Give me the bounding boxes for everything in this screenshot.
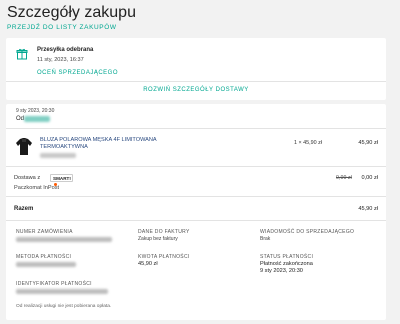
delivery-method: Paczkomat InPost xyxy=(14,185,60,191)
seller-from-label: Od xyxy=(16,116,25,122)
invoice-label: DANE DO FAKTURY xyxy=(138,229,190,235)
package-icon xyxy=(16,47,28,65)
order-number-label: NUMER ZAMÓWIENIA xyxy=(16,229,73,235)
divider xyxy=(6,196,386,197)
order-card: 9 sty 2023, 20:30 Od BLUZA POLAROWA MĘSK… xyxy=(6,104,386,320)
payment-id-label: IDENTYFIKATOR PŁATNOŚCI xyxy=(16,281,92,287)
shipment-date: 11 sty, 2023, 16:37 xyxy=(37,57,84,63)
payment-amount-label: KWOTA PŁATNOŚCI xyxy=(138,254,190,260)
payment-id-value xyxy=(16,289,108,294)
seller-message-label: WIADOMOŚĆ DO SPRZEDAJĄCEGO xyxy=(260,229,355,235)
shipment-status: Przesyłka odebrana xyxy=(37,47,94,53)
order-date: 9 sty 2023, 20:30 xyxy=(16,108,55,114)
shipment-card: Przesyłka odebrana 11 sty, 2023, 16:37 O… xyxy=(6,38,386,100)
order-number-value xyxy=(16,237,112,242)
payment-method-label: METODA PŁATNOŚCI xyxy=(16,254,72,260)
payment-amount-value: 45,90 zł xyxy=(138,261,158,267)
total-value: 45,90 zł xyxy=(358,206,378,212)
back-to-purchases-link[interactable]: PRZEJDŹ DO LISTY ZAKUPÓW xyxy=(7,24,117,31)
delivery-old-price: 9,99 zł xyxy=(336,175,352,181)
product-total: 45,90 zł xyxy=(358,140,378,146)
payment-status-date: 9 sty 2023, 20:30 xyxy=(260,268,303,274)
seller-message-value: Brak xyxy=(260,236,271,242)
delivery-price: 0,00 zł xyxy=(361,175,378,181)
total-label: Razem xyxy=(14,206,34,212)
payment-status-value: Płatność zakończona xyxy=(260,261,313,267)
divider xyxy=(6,128,386,129)
seller-name-link[interactable] xyxy=(24,116,50,122)
product-quantity-price: 1 × 45,90 zł xyxy=(294,140,323,146)
page-title: Szczegóły zakupu xyxy=(7,4,136,21)
footnote: Od realizacji usługi nie jest pobierana … xyxy=(16,304,112,309)
payment-status-label: STATUS PŁATNOŚCI xyxy=(260,254,314,260)
product-thumbnail[interactable] xyxy=(14,136,34,156)
payment-method-value xyxy=(16,262,76,267)
invoice-value: Zakup bez faktury xyxy=(138,236,178,242)
divider xyxy=(6,81,386,82)
smart-badge-label: SMART! xyxy=(53,176,71,181)
divider xyxy=(6,220,386,221)
smart-badge: SMART! xyxy=(50,174,73,186)
rate-seller-link[interactable]: OCEŃ SPRZEDAJĄCEGO xyxy=(37,70,118,76)
delivery-label: Dostawa z xyxy=(14,175,41,181)
product-id xyxy=(40,153,76,158)
product-name-link[interactable]: BLUZA POLAROWA MĘSKA 4F LIMITOWANA TERMO… xyxy=(40,137,160,151)
divider xyxy=(6,166,386,167)
expand-delivery-details-link[interactable]: ROZWIŃ SZCZEGÓŁY DOSTAWY xyxy=(6,87,386,93)
